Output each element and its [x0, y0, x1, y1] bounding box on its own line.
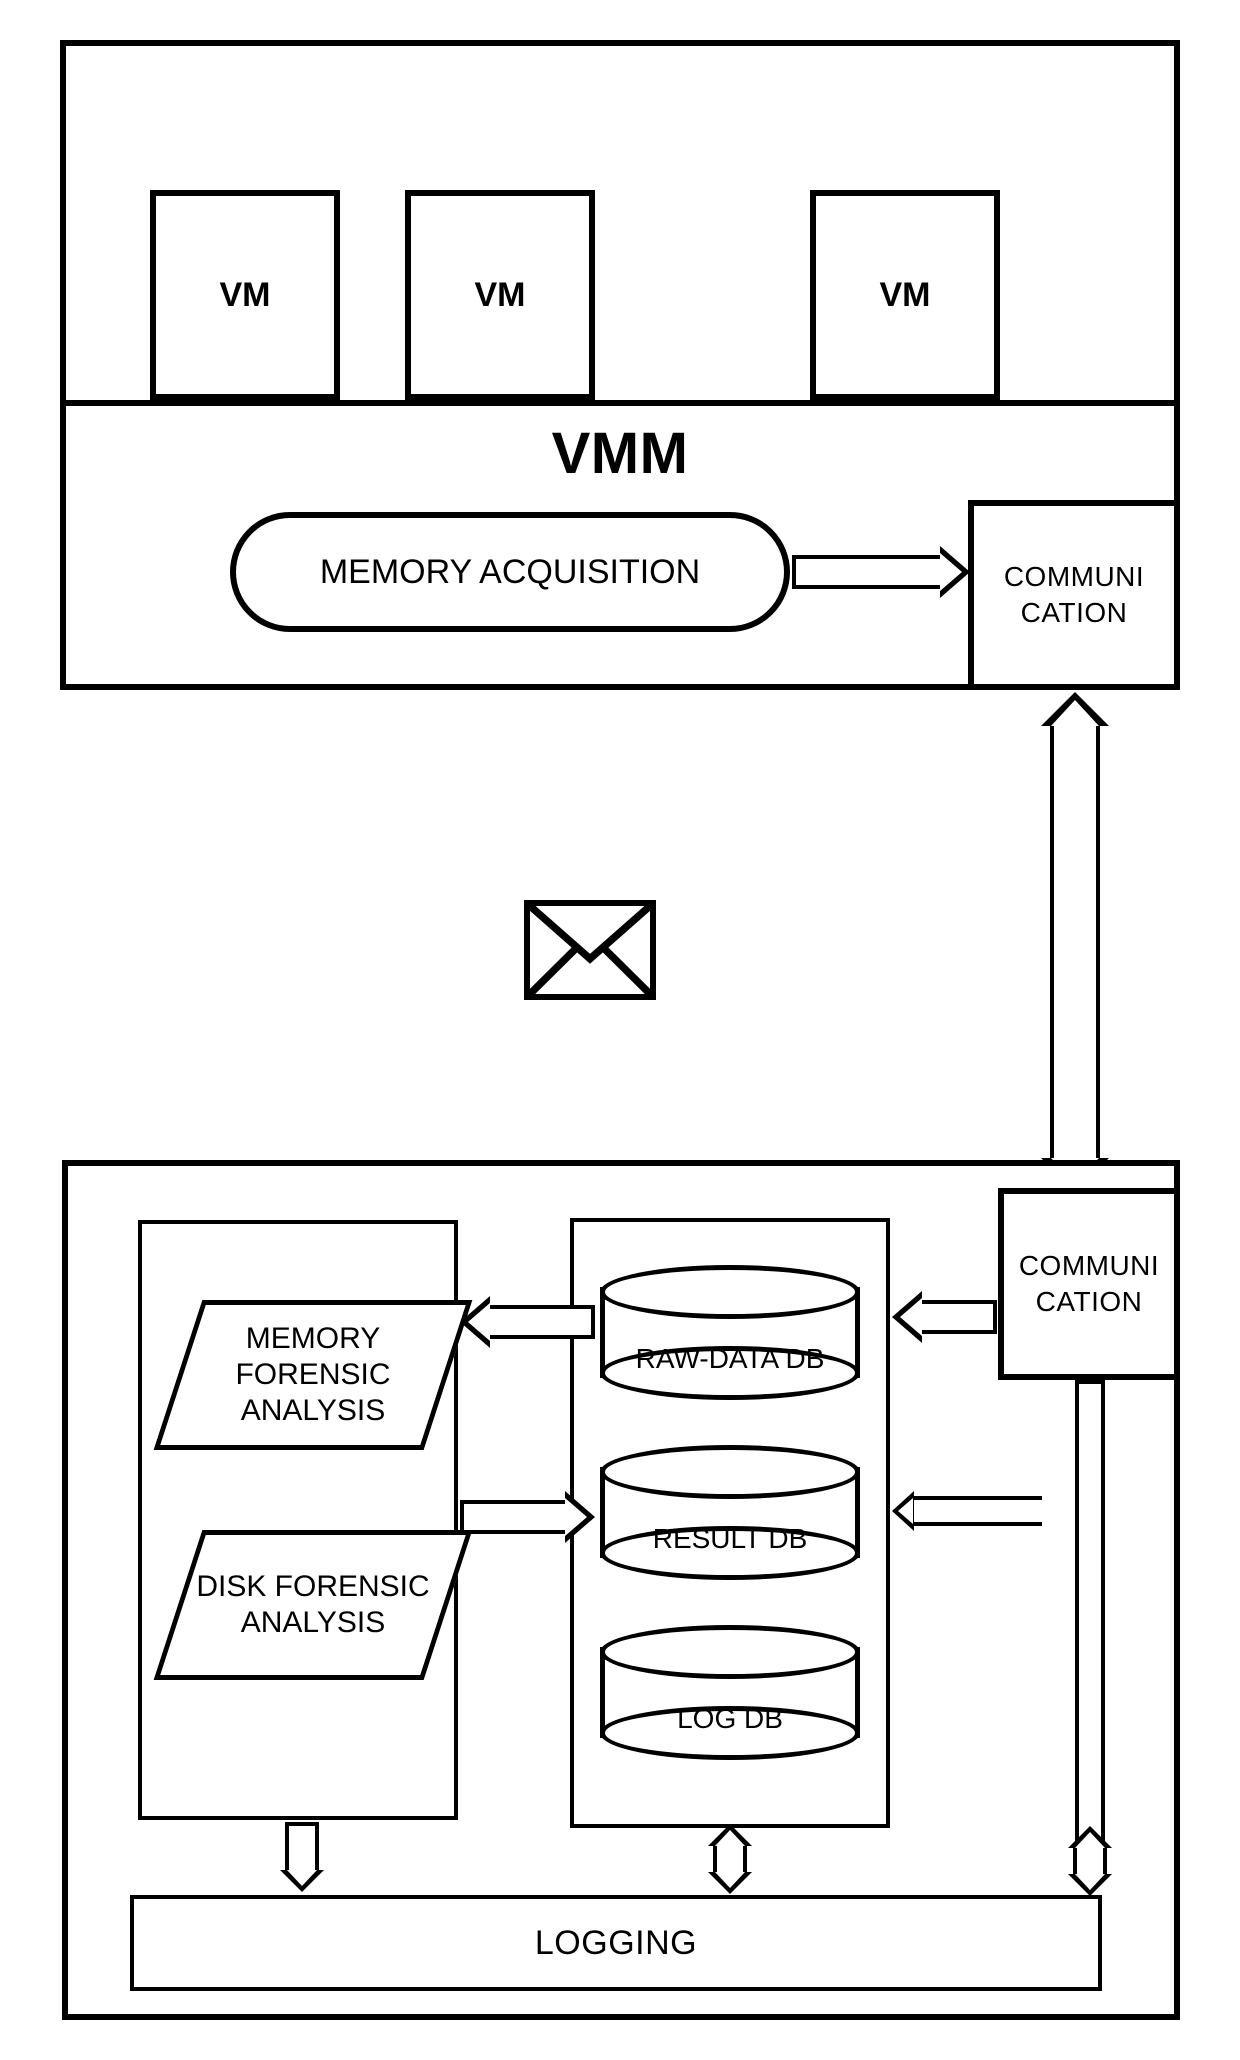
arrow-rawdb-to-forensic [460, 1305, 595, 1339]
communication-bottom-box: COMMUNI CATION [998, 1188, 1180, 1380]
db-log-label: LOG DB [600, 1703, 860, 1735]
arrow-db-logging [700, 1824, 760, 1894]
db-raw-label: RAW-DATA DB [600, 1343, 860, 1375]
memory-acquisition-node: MEMORY ACQUISITION [230, 512, 790, 632]
vm-box-3: VM [810, 190, 1000, 400]
arrow-comm-link [1010, 692, 1140, 1192]
vm-box-2: VM [405, 190, 595, 400]
logging-box: LOGGING [130, 1895, 1102, 1991]
mail-icon [524, 900, 656, 1000]
vm-box-1: VM [150, 190, 340, 400]
vm-label-3: VM [880, 276, 931, 315]
db-result-label: RESULT DB [600, 1523, 860, 1555]
vm-label-2: VM [475, 276, 526, 315]
comm-down-shaft [1075, 1380, 1105, 1870]
communication-bottom-label: COMMUNI CATION [1019, 1248, 1159, 1321]
arrow-forensic-to-resultdb [460, 1500, 595, 1534]
disk-forensic-node: DISK FORENSIC ANALYSIS [178, 1530, 438, 1670]
communication-top-label: COMMUNI CATION [1004, 559, 1144, 632]
vmm-title: VMM [400, 420, 840, 487]
vmm-separator [60, 400, 1180, 406]
communication-top-box: COMMUNI CATION [968, 500, 1180, 690]
vm-label-1: VM [220, 276, 271, 315]
memory-forensic-node: MEMORY FORENSIC ANALYSIS [178, 1300, 438, 1440]
db-raw-cylinder: RAW-DATA DB [600, 1265, 860, 1400]
db-result-cylinder: RESULT DB [600, 1445, 860, 1580]
db-log-cylinder: LOG DB [600, 1625, 860, 1760]
arrow-comm-to-rawdb [892, 1300, 997, 1334]
arrow-forensic-to-logging [280, 1822, 324, 1892]
arrow-memacq-to-comm [792, 555, 970, 589]
logging-label: LOGGING [535, 1924, 697, 1963]
disk-forensic-label: DISK FORENSIC ANALYSIS [183, 1569, 443, 1641]
arrow-comm-resultdb [892, 1496, 1042, 1526]
memory-forensic-label: MEMORY FORENSIC ANALYSIS [183, 1321, 443, 1429]
arrow-comm-logging [1060, 1826, 1120, 1896]
memory-acquisition-label: MEMORY ACQUISITION [320, 553, 700, 592]
